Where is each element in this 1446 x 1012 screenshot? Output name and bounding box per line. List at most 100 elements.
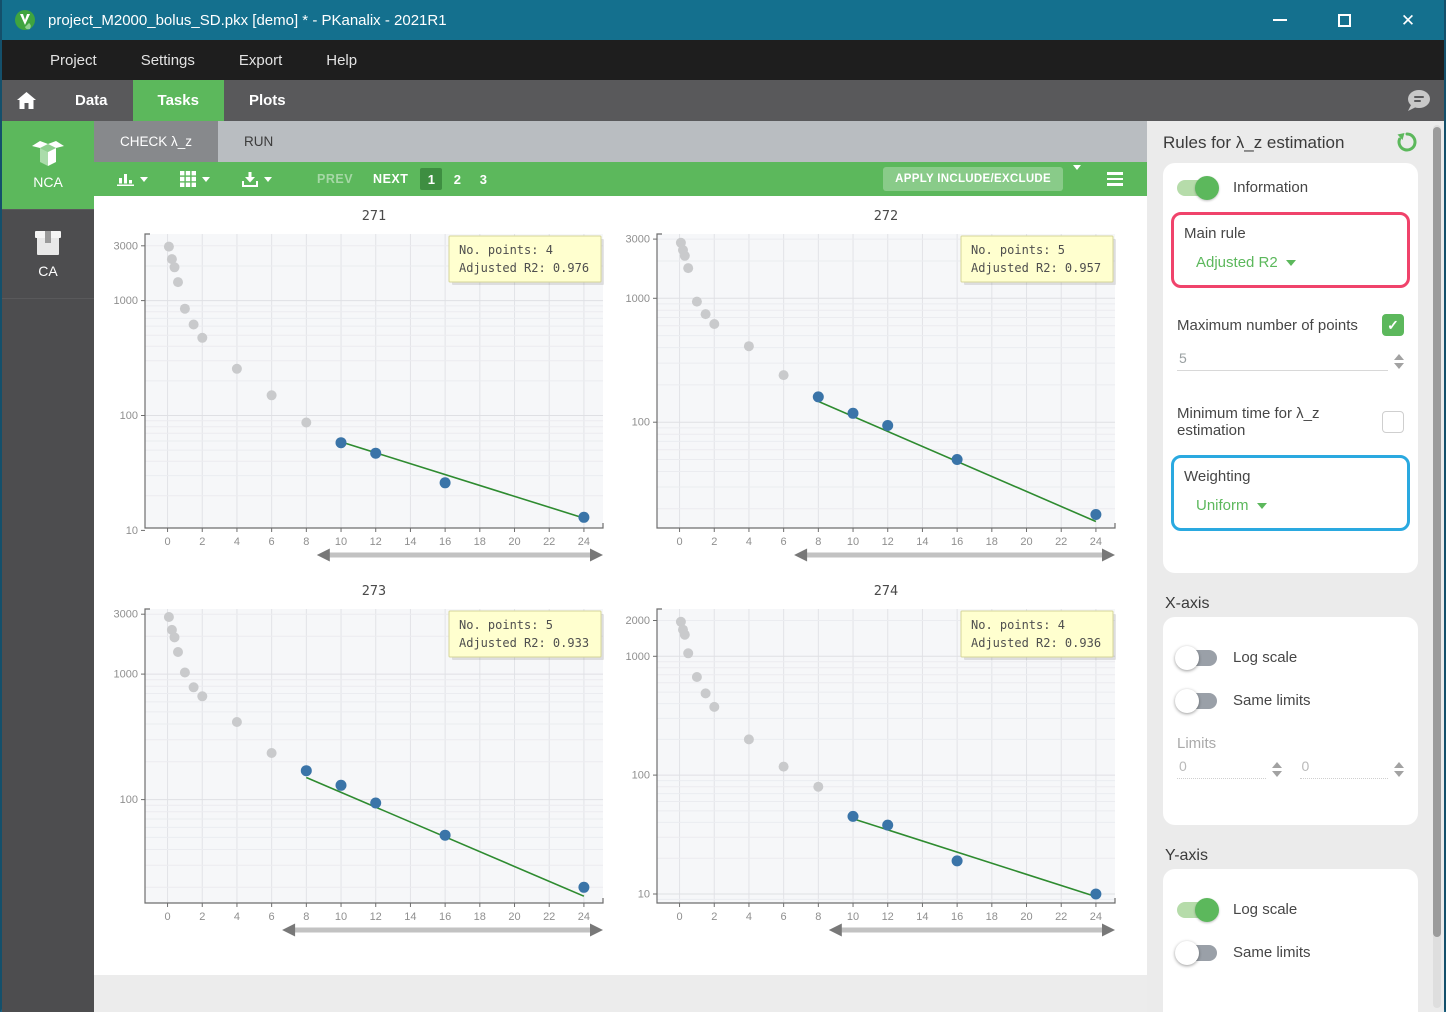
- svg-text:4: 4: [746, 911, 752, 923]
- time-range-arrow: [794, 548, 1115, 562]
- main-rule-dropdown[interactable]: Adjusted R2: [1196, 254, 1397, 271]
- plot-274[interactable]: 2000 1000 100 10 0 2 4 6 8 10 12 14 16 18 20 22 24 274 N…: [618, 577, 1124, 949]
- plot-title: 271: [362, 208, 386, 224]
- max-points-input[interactable]: 5: [1177, 348, 1388, 371]
- next-page-button[interactable]: NEXT: [365, 172, 416, 186]
- svg-text:4: 4: [746, 536, 752, 548]
- tab-plots[interactable]: Plots: [224, 80, 311, 121]
- minimize-button[interactable]: [1270, 10, 1290, 30]
- svg-text:0: 0: [165, 536, 171, 548]
- sidebar-item-label: NCA: [33, 174, 63, 190]
- svg-text:8: 8: [815, 536, 821, 548]
- x-log-scale-toggle[interactable]: [1175, 645, 1217, 670]
- svg-text:4: 4: [234, 536, 240, 548]
- maximize-button[interactable]: [1334, 10, 1354, 30]
- plot-type-button[interactable]: [108, 162, 157, 196]
- y-log-scale-toggle[interactable]: [1177, 897, 1219, 922]
- x-limit-max-stepper[interactable]: [1394, 762, 1404, 779]
- plot-title: 274: [874, 583, 898, 599]
- fit-annotation: No. points: 4 Adjusted R2: 0.976: [448, 235, 604, 285]
- information-label: Information: [1233, 179, 1309, 196]
- prev-page-button[interactable]: PREV: [309, 172, 361, 186]
- y-tick-labels: 3000 1000 100 10: [114, 240, 145, 537]
- svg-text:2: 2: [711, 911, 717, 923]
- rules-card: Information Main rule Adjusted R2 Maximu…: [1163, 163, 1418, 573]
- y-same-limits-toggle[interactable]: [1175, 940, 1217, 965]
- feedback-button[interactable]: [1392, 80, 1444, 121]
- weighting-highlight: Weighting Uniform: [1171, 455, 1410, 531]
- spinner-up-icon: [1394, 762, 1404, 768]
- spinner-up-icon: [1394, 354, 1404, 360]
- time-range-arrow: [828, 923, 1115, 937]
- chevron-down-icon: [1285, 259, 1296, 266]
- menu-project[interactable]: Project: [28, 40, 119, 80]
- x-same-limits-toggle[interactable]: [1175, 688, 1217, 713]
- plot-272[interactable]: 3000 1000 100 0 2 4 6 8 10 12 14 16 18 20 22 24 272 No.…: [618, 202, 1124, 574]
- sidebar-item-nca[interactable]: NCA: [2, 121, 94, 210]
- plot-menu-button[interactable]: [1107, 172, 1123, 186]
- svg-text:No. points: 4: No. points: 4: [459, 243, 553, 257]
- svg-text:14: 14: [916, 536, 928, 548]
- reset-icon[interactable]: [1396, 131, 1418, 153]
- max-points-checkbox[interactable]: ✓: [1382, 314, 1404, 336]
- bottom-strip: [94, 975, 1147, 1012]
- spinner-up-icon: [1271, 762, 1282, 768]
- grid-layout-button[interactable]: [171, 162, 219, 196]
- svg-text:12: 12: [882, 911, 894, 923]
- tab-tasks[interactable]: Tasks: [132, 80, 224, 121]
- svg-text:20: 20: [1020, 536, 1032, 548]
- svg-text:100: 100: [632, 770, 650, 782]
- svg-text:1000: 1000: [114, 295, 138, 307]
- page-button-2[interactable]: 2: [446, 168, 468, 190]
- page-button-1[interactable]: 1: [420, 168, 443, 190]
- min-time-checkbox[interactable]: [1382, 411, 1404, 433]
- export-plot-button[interactable]: [233, 162, 281, 196]
- chevron-down-icon: [140, 176, 148, 182]
- svg-text:22: 22: [543, 536, 555, 548]
- apply-include-exclude-button[interactable]: APPLY INCLUDE/EXCLUDE: [883, 167, 1063, 191]
- nav-bar: Data Tasks Plots: [2, 80, 1444, 121]
- close-button[interactable]: ✕: [1398, 10, 1418, 30]
- max-points-stepper[interactable]: [1394, 354, 1404, 371]
- subtab-check-lambda-z[interactable]: CHECK λ_z: [94, 121, 219, 162]
- panel-scrollbar[interactable]: [1433, 125, 1441, 1008]
- information-toggle[interactable]: [1177, 175, 1219, 200]
- plot-273[interactable]: 3000 1000 100 0 2 4 6 8 10 12 14 16 18 20 22 24 273 No.…: [106, 577, 612, 949]
- sidebar-item-ca[interactable]: CA: [2, 210, 94, 299]
- plots-area: 3000 1000 100 10 0 2 4 6 8 10 12 14 16 18 20 22 24 271 N…: [94, 196, 1147, 975]
- closed-box-icon: [35, 231, 61, 255]
- menu-help[interactable]: Help: [304, 40, 379, 80]
- svg-text:22: 22: [543, 911, 555, 923]
- svg-text:Adjusted R2: 0.976: Adjusted R2: 0.976: [459, 261, 589, 275]
- svg-text:14: 14: [404, 536, 416, 548]
- svg-text:20: 20: [508, 911, 520, 923]
- x-limit-min-field: 0: [1177, 756, 1282, 779]
- tab-data[interactable]: Data: [50, 80, 133, 121]
- grid-icon: [180, 171, 196, 187]
- x-axis-card: Log scale Same limits Limits 0 0: [1163, 617, 1418, 825]
- chevron-down-icon: [264, 176, 272, 182]
- x-limit-min-stepper[interactable]: [1271, 762, 1282, 779]
- spinner-down-icon: [1394, 771, 1404, 777]
- page-button-3[interactable]: 3: [472, 168, 494, 190]
- subtab-run[interactable]: RUN: [218, 121, 299, 162]
- x-limit-max-input[interactable]: 0: [1299, 756, 1388, 779]
- y-axis-card: Log scale Same limits: [1163, 869, 1418, 1012]
- svg-text:4: 4: [234, 911, 240, 923]
- weighting-dropdown[interactable]: Uniform: [1196, 497, 1397, 514]
- chevron-down-icon: [1256, 502, 1267, 509]
- menu-settings[interactable]: Settings: [119, 40, 217, 80]
- svg-text:10: 10: [335, 911, 347, 923]
- svg-text:Adjusted R2: 0.933: Adjusted R2: 0.933: [459, 636, 589, 650]
- menu-export[interactable]: Export: [217, 40, 304, 80]
- x-limit-min-input[interactable]: 0: [1177, 756, 1266, 779]
- scrollbar-thumb[interactable]: [1433, 127, 1441, 937]
- panel-title: Rules for λ_z estimation: [1163, 133, 1345, 152]
- apply-dropdown-button[interactable]: [1063, 165, 1091, 188]
- home-button[interactable]: [2, 80, 50, 121]
- plot-271[interactable]: 3000 1000 100 10 0 2 4 6 8 10 12 14 16 18 20 22 24 271 N…: [106, 202, 612, 574]
- max-points-label: Maximum number of points: [1177, 316, 1358, 334]
- svg-text:14: 14: [916, 911, 928, 923]
- svg-text:16: 16: [439, 536, 451, 548]
- svg-text:12: 12: [370, 536, 382, 548]
